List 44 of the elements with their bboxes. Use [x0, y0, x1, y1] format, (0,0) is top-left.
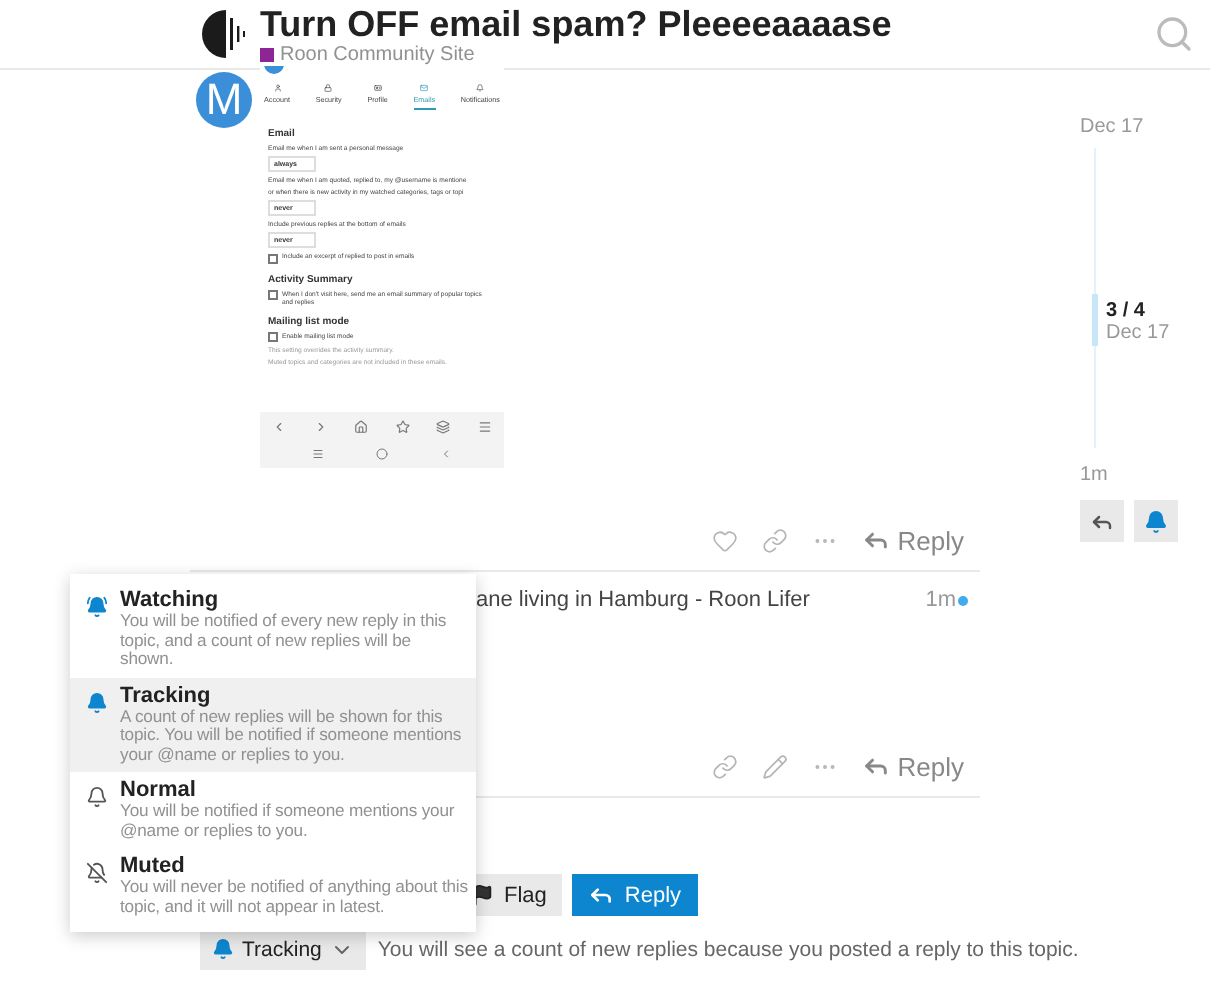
heart-icon[interactable]: [711, 527, 738, 553]
option-title: Watching: [120, 588, 221, 612]
option-title: Tracking: [120, 683, 213, 707]
reply-button[interactable]: Reply: [861, 751, 964, 781]
reply-button[interactable]: Reply: [861, 525, 964, 555]
post-time: 1m: [925, 588, 956, 612]
bell-icon: [476, 84, 485, 92]
reply-button[interactable]: Reply: [572, 874, 698, 916]
topic-title: Turn OFF email spam? Pleeeeaaaase: [260, 3, 894, 43]
timeline-handle[interactable]: [1092, 294, 1098, 346]
notification-button[interactable]: [1134, 500, 1178, 542]
option-description: You will be notified of every new reply in this topic, and a count of new replies will be shown.: [120, 612, 449, 669]
timeline-start-date: Dec 17: [1080, 116, 1146, 138]
notification-dropdown[interactable]: Tracking: [200, 928, 366, 970]
id-card-icon: [373, 84, 382, 92]
link-icon[interactable]: [711, 753, 738, 779]
option-title: Muted: [120, 854, 187, 878]
notification-option[interactable]: Tracking A count of new replies will be shown for this topic. You will be notified if someone mentions your @name or replies to you.: [70, 677, 476, 772]
bell-icon: [212, 938, 234, 960]
bell-icon: [86, 786, 108, 808]
mail-icon: [420, 84, 429, 92]
notification-option[interactable]: Muted You will never be notified of anything about this topic, and it will not appear in latest.: [70, 848, 476, 924]
option-title: Normal: [120, 778, 198, 802]
lock-icon: [324, 84, 333, 92]
link-icon[interactable]: [761, 527, 788, 553]
bell-icon: [1144, 509, 1168, 533]
reply-button[interactable]: [1080, 500, 1124, 542]
notification-option[interactable]: Watching You will be notified of every new reply in this topic, and a count of new replies will be shown.: [70, 582, 476, 677]
post-text: ane living in Hamburg - Roon Lifer: [476, 588, 810, 616]
muted-bell-icon: [86, 862, 108, 884]
option-description: A count of new replies will be shown for this topic. You will be notified if someone mentions your @name or replies to you.: [120, 707, 464, 764]
person-icon: [273, 84, 281, 92]
flag-icon: [472, 884, 494, 906]
timeline-date: Dec 17: [1106, 322, 1170, 344]
reply-arrow-icon: [588, 882, 615, 908]
option-description: You will be notified if someone mentions your @name or replies to you.: [120, 802, 457, 840]
pencil-icon[interactable]: [761, 753, 788, 779]
notification-option[interactable]: Normal You will be notified if someone mentions your @name or replies to you.: [70, 772, 476, 848]
bell-icon: [86, 691, 108, 713]
timeline-position: 3 / 4: [1106, 300, 1147, 322]
search-icon[interactable]: [1154, 14, 1194, 54]
bell-icon: [86, 596, 108, 618]
timeline-end: 1m: [1080, 464, 1110, 486]
notification-reason: You will see a count of new replies because you posted a reply to this topic.: [377, 937, 1079, 961]
